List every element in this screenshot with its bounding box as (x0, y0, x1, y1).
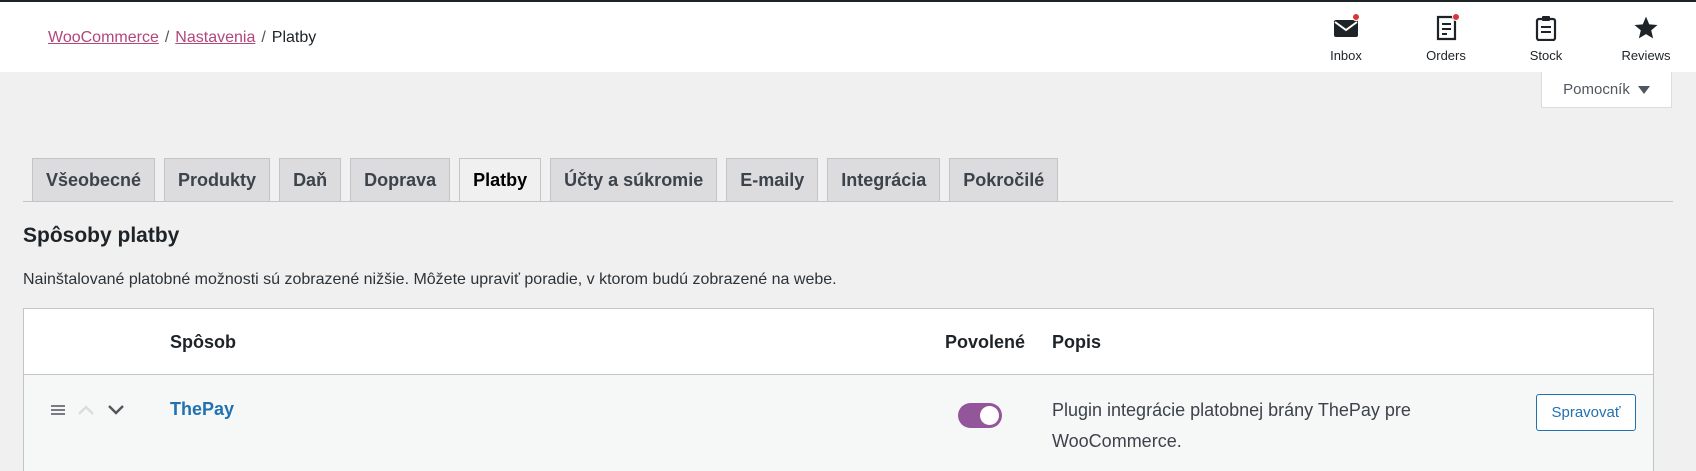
chevron-down-icon[interactable] (106, 403, 126, 417)
breadcrumb-settings[interactable]: Nastavenia (175, 29, 255, 46)
tab-general[interactable]: Všeobecné (32, 158, 156, 201)
activity-inbox[interactable]: Inbox (1296, 12, 1396, 66)
activity-label: Reviews (1621, 48, 1671, 63)
activity-label: Stock (1529, 48, 1563, 63)
breadcrumb-separator: / (164, 29, 170, 46)
column-header-enabled: Povolené (945, 332, 1026, 352)
breadcrumb-separator: / (261, 29, 266, 46)
payment-methods-table: Spôsob Povolené Popis ThePay Plugin inte… (23, 308, 1654, 471)
page-header: WooCommerce / Nastavenia / Platby Inbox (0, 2, 1696, 72)
help-button-label: Pomocník (1563, 81, 1630, 98)
tab-shipping[interactable]: Doprava (350, 158, 451, 201)
tab-emails[interactable]: E-maily (726, 158, 819, 201)
drag-handle-icon[interactable] (50, 403, 66, 417)
activity-stock[interactable]: Stock (1496, 12, 1596, 66)
sort-controls (50, 403, 126, 417)
chevron-up-icon[interactable] (76, 403, 96, 417)
notification-dot (1452, 13, 1460, 21)
activity-label: Inbox (1330, 48, 1362, 63)
section-description: Nainštalované platobné možnosti sú zobra… (23, 271, 837, 288)
column-header-description: Popis (1052, 332, 1102, 352)
toggle-knob (980, 406, 999, 425)
enabled-toggle[interactable] (958, 403, 1002, 428)
manage-button[interactable]: Spravovať (1536, 394, 1636, 431)
stock-icon (1535, 16, 1557, 41)
section-title: Spôsoby platby (23, 224, 180, 247)
breadcrumb-woocommerce[interactable]: WooCommerce (48, 29, 159, 46)
column-header-method: Spôsob (170, 332, 236, 352)
settings-tabs: Všeobecné Produkty Daň Doprava Platby Úč… (32, 158, 1059, 202)
tab-payments[interactable]: Platby (459, 158, 542, 202)
breadcrumb: WooCommerce / Nastavenia / Platby (48, 29, 316, 47)
star-icon (1634, 16, 1658, 39)
tab-advanced[interactable]: Pokročilé (949, 158, 1059, 201)
caret-down-icon (1637, 85, 1650, 94)
tab-integration[interactable]: Integrácia (827, 158, 941, 201)
activity-orders[interactable]: Orders (1396, 12, 1496, 66)
gateway-name-link[interactable]: ThePay (170, 399, 234, 420)
gateway-description: Plugin integrácie platobnej brány ThePay… (1052, 400, 1411, 451)
tab-accounts-privacy[interactable]: Účty a súkromie (550, 158, 718, 201)
breadcrumb-current: Platby (271, 29, 317, 46)
activity-label: Orders (1426, 48, 1466, 63)
tab-tax[interactable]: Daň (279, 158, 342, 201)
tab-products[interactable]: Produkty (164, 158, 271, 201)
tabs-divider (23, 201, 1673, 202)
help-button[interactable]: Pomocník (1541, 72, 1672, 108)
table-row: ThePay Plugin integrácie platobnej brány… (24, 375, 1653, 471)
activity-reviews[interactable]: Reviews (1596, 12, 1696, 66)
activity-bar: Inbox Orders Stock Reviews (1296, 12, 1696, 66)
table-header: Spôsob Povolené Popis (24, 309, 1653, 375)
notification-dot (1352, 13, 1360, 21)
